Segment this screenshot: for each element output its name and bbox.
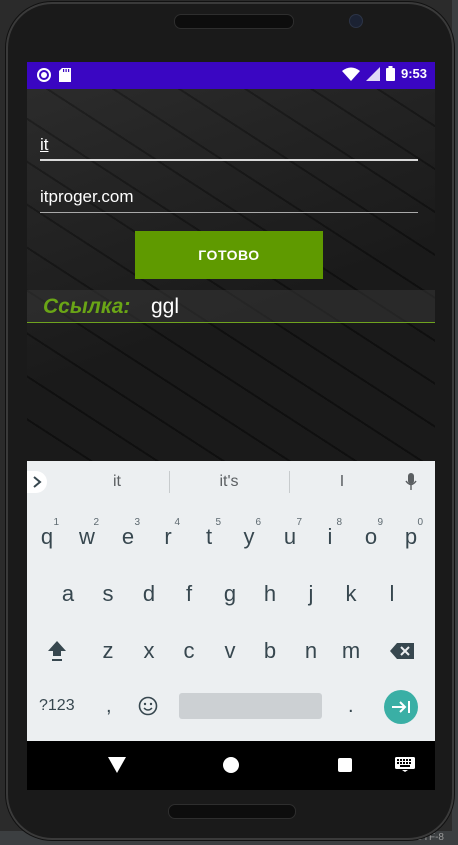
key-h[interactable]: h — [252, 572, 288, 616]
navigation-bar — [27, 741, 435, 790]
link-row: Ссылка: ggl — [27, 290, 435, 323]
keyboard-icon[interactable] — [395, 757, 415, 772]
device-screen: 9:53 it itproger.com ГОТОВО Ссылка: ggl — [27, 62, 435, 790]
space-key[interactable] — [179, 693, 322, 719]
key-d[interactable]: d — [131, 572, 167, 616]
key-n[interactable]: n — [293, 629, 329, 673]
key-u[interactable]: u7 — [272, 515, 308, 559]
key-p[interactable]: p0 — [393, 515, 429, 559]
shift-arrow-icon — [48, 641, 66, 661]
wifi-icon — [341, 67, 360, 81]
back-triangle-icon[interactable] — [108, 757, 126, 773]
bottom-speaker — [168, 804, 296, 819]
enter-key[interactable] — [384, 690, 418, 724]
text-input-1-underline — [40, 159, 418, 161]
battery-icon — [385, 66, 395, 81]
key-t[interactable]: t5 — [191, 515, 227, 559]
emoji-icon[interactable] — [138, 696, 158, 716]
sd-card-icon — [59, 68, 71, 82]
key-q[interactable]: q1 — [29, 515, 65, 559]
top-speaker — [174, 14, 294, 29]
front-camera — [349, 14, 363, 28]
key-k[interactable]: k — [333, 572, 369, 616]
key-b[interactable]: b — [252, 629, 288, 673]
key-e[interactable]: e3 — [110, 515, 146, 559]
soft-keyboard: it it's I q1 w2 e3 r4 t5 y6 u7 i8 o 9 p … — [27, 461, 435, 741]
phone-frame: 9:53 it itproger.com ГОТОВО Ссылка: ggl — [6, 2, 454, 840]
suggestion-3[interactable]: I — [292, 473, 392, 491]
suggestions-expand-button[interactable] — [27, 471, 47, 493]
suggestion-bar: it it's I — [27, 461, 435, 505]
recents-square-icon[interactable] — [338, 758, 352, 772]
key-s[interactable]: s — [90, 572, 126, 616]
suggestion-1[interactable]: it — [67, 473, 167, 491]
text-input-2-underline — [40, 212, 418, 213]
period-key[interactable]: . — [348, 695, 354, 718]
key-r[interactable]: r4 — [150, 515, 186, 559]
app-content: it itproger.com ГОТОВО Ссылка: ggl — [27, 89, 435, 461]
status-bar: 9:53 — [27, 62, 435, 89]
key-a[interactable]: a — [50, 572, 86, 616]
symbols-key[interactable]: ?123 — [39, 697, 75, 715]
key-i[interactable]: i8 — [312, 515, 348, 559]
text-input-2-value: itproger.com — [40, 187, 134, 206]
key-g[interactable]: g — [212, 572, 248, 616]
key-f[interactable]: f — [171, 572, 207, 616]
comma-key[interactable]: , — [106, 695, 112, 718]
backspace-key[interactable] — [384, 629, 420, 673]
circle-notification-icon — [37, 68, 51, 82]
chevron-right-icon — [33, 476, 42, 488]
link-label: Ссылка: — [43, 295, 131, 318]
status-time: 9:53 — [400, 66, 427, 81]
backspace-icon — [390, 643, 414, 659]
microphone-icon[interactable] — [405, 473, 417, 491]
key-y[interactable]: y6 — [231, 515, 267, 559]
key-x[interactable]: x — [131, 629, 167, 673]
next-arrow-icon — [392, 701, 410, 713]
key-l[interactable]: l — [374, 572, 410, 616]
link-value: ggl — [151, 295, 180, 318]
text-input-1[interactable]: it — [40, 135, 420, 161]
signal-icon — [365, 66, 380, 81]
suggestion-divider — [289, 471, 290, 493]
suggestion-divider — [169, 471, 170, 493]
key-c[interactable]: c — [171, 629, 207, 673]
suggestion-2[interactable]: it's — [179, 473, 279, 491]
key-w[interactable]: w2 — [69, 515, 105, 559]
home-circle-icon[interactable] — [223, 757, 239, 773]
text-input-2[interactable]: itproger.com — [40, 187, 420, 213]
shift-key[interactable] — [39, 629, 75, 673]
key-o[interactable]: o9 — [353, 515, 389, 559]
key-v[interactable]: v — [212, 629, 248, 673]
done-button[interactable]: ГОТОВО — [135, 231, 323, 279]
key-z[interactable]: z — [90, 629, 126, 673]
key-j[interactable]: j — [293, 572, 329, 616]
text-input-1-value: it — [40, 135, 49, 154]
key-m[interactable]: m — [333, 629, 369, 673]
